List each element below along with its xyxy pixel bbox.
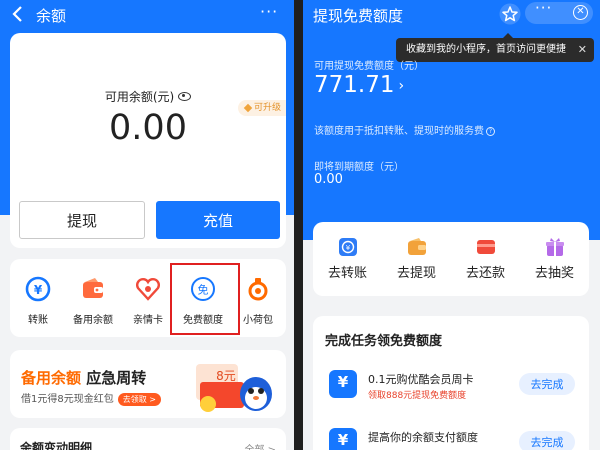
complete-task-button[interactable]: 去完成	[519, 373, 575, 395]
promo-title-highlight: 备用余额	[21, 369, 82, 387]
promo-subtitle-row: 借1元得8元现金红包 去领取 >	[21, 390, 161, 406]
more-menu-button[interactable]: ···	[260, 2, 278, 21]
tasks-section: 完成任务领免费额度 0.1元购优酷会员周卡 领取888元提现免费额度 去完成 提…	[313, 316, 589, 450]
more-menu-button[interactable]: ···	[535, 0, 552, 17]
task-title: 提高你的余额支付额度	[368, 431, 478, 444]
expiring-quota-value: 0.00	[314, 172, 343, 187]
gift-icon	[546, 238, 564, 256]
action-label: 去提现	[396, 266, 436, 281]
transfer-icon: ¥	[25, 276, 51, 302]
action-label: 去转账	[327, 266, 367, 281]
header-background	[303, 0, 600, 240]
red-envelope-mascot-icon: 8元	[196, 364, 272, 412]
balance-changes-section: 余额变动明细 全部 >	[10, 428, 286, 450]
close-icon[interactable]: ✕	[573, 5, 588, 20]
free-quota-screen: 提现免费额度 ··· ✕ 收藏到我的小程序，首页访问更便捷 ✕ 可用提现免费额度…	[303, 0, 600, 450]
family-card-icon	[135, 277, 161, 301]
action-repay[interactable]: 去还款	[451, 222, 520, 296]
view-all-link[interactable]: 全部 >	[244, 441, 276, 450]
task-title: 0.1元购优酷会员周卡	[368, 373, 474, 386]
task-item: 0.1元购优酷会员周卡 领取888元提现免费额度 去完成	[313, 368, 589, 408]
quick-item-label: 备用余额	[73, 315, 113, 326]
quick-item-backup-balance[interactable]: 备用余额	[65, 259, 121, 337]
action-lottery[interactable]: 去抽奖	[520, 222, 589, 296]
quick-actions-grid: ¥ 转账 备用余额 亲情卡 免 免费额度 小荷包	[10, 259, 286, 337]
chevron-right-icon: ›	[398, 77, 405, 94]
quota-actions-grid: ¥ 去转账 去提现 去还款 去抽奖	[313, 222, 589, 296]
available-quota-value: 771.71	[314, 72, 395, 98]
promo-title-rest: 应急周转	[86, 369, 147, 387]
changes-title: 余额变动明细	[20, 441, 93, 450]
action-label: 去抽奖	[534, 266, 574, 281]
highlight-annotation-box	[170, 263, 240, 335]
back-chevron-icon[interactable]	[8, 4, 28, 24]
favorite-tooltip: 收藏到我的小程序，首页访问更便捷 ✕	[396, 33, 594, 62]
yuan-icon	[329, 428, 357, 450]
balance-label: 可用余额(元)	[104, 90, 175, 104]
action-transfer[interactable]: ¥ 去转账	[313, 222, 382, 296]
available-quota-row[interactable]: 771.71 ›	[314, 72, 404, 98]
free-quota-header: 提现免费额度 ··· ✕	[303, 0, 600, 30]
quick-item-label: 亲情卡	[133, 315, 163, 326]
diamond-icon	[243, 103, 253, 112]
svg-text:¥: ¥	[34, 283, 43, 297]
upgrade-badge-label: 可升级	[253, 103, 281, 113]
panel-divider	[294, 0, 303, 450]
star-icon[interactable]	[499, 3, 521, 25]
eye-icon[interactable]	[178, 92, 192, 101]
action-label: 去还款	[465, 266, 505, 281]
recharge-button[interactable]: 充值	[156, 201, 280, 239]
tasks-title: 完成任务领免费额度	[325, 334, 443, 349]
quick-item-family-card[interactable]: 亲情卡	[120, 259, 176, 337]
balance-screen: 余额 ··· 可用余额(元) 0.00 可升级 提现 充值 ¥ 转账 备用余额 …	[0, 0, 294, 450]
complete-task-button[interactable]: 去完成	[519, 431, 575, 450]
upgrade-badge[interactable]: 可升级	[237, 100, 286, 116]
quota-note-row: 该额度用于抵扣转账、提现时的服务费?	[314, 122, 495, 137]
task-item: 提高你的余额支付额度 去完成	[313, 426, 589, 450]
withdraw-button[interactable]: 提现	[19, 201, 145, 239]
backup-balance-promo[interactable]: 备用余额 应急周转 借1元得8元现金红包 去领取 > 8元	[10, 350, 286, 418]
expiring-quota-label: 即将到期额度（元）	[314, 162, 404, 173]
balance-header: 余额 ···	[0, 0, 294, 30]
page-title: 余额	[36, 7, 67, 25]
miniprogram-capsule: ··· ✕	[525, 0, 593, 24]
promo-amount: 8元	[216, 369, 236, 383]
page-title: 提现免费额度	[313, 7, 404, 25]
tooltip-text: 收藏到我的小程序，首页访问更便捷	[406, 44, 566, 55]
task-subtitle: 领取888元提现免费额度	[368, 391, 467, 401]
wallet-icon	[83, 278, 103, 298]
tooltip-close-icon[interactable]: ✕	[578, 38, 587, 62]
quick-item-label: 转账	[28, 315, 48, 326]
balance-card: 可用余额(元) 0.00 可升级 提现 充值	[10, 33, 286, 248]
svg-text:¥: ¥	[346, 244, 351, 252]
card-icon	[477, 240, 495, 254]
promo-subtitle: 借1元得8元现金红包	[21, 394, 114, 405]
available-quota-label: 可用提现免费额度（元）	[314, 61, 424, 72]
promo-title: 备用余额 应急周转	[21, 367, 146, 388]
claim-button[interactable]: 去领取 >	[117, 392, 161, 406]
quick-item-transfer[interactable]: ¥ 转账	[10, 259, 66, 337]
pouch-icon	[248, 278, 268, 301]
quota-note: 该额度用于抵扣转账、提现时的服务费	[314, 126, 484, 137]
info-icon[interactable]: ?	[486, 126, 495, 136]
transfer-icon: ¥	[339, 238, 357, 256]
action-withdraw[interactable]: 去提现	[382, 222, 451, 296]
yuan-icon	[329, 370, 357, 398]
wallet-icon	[408, 238, 426, 255]
